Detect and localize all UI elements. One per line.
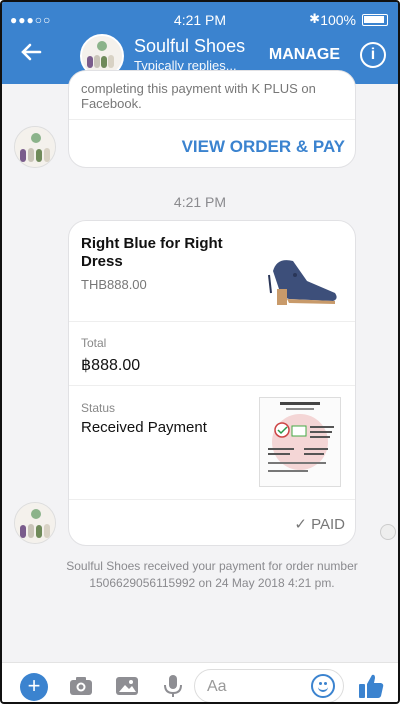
truncated-text: completing this payment with K PLUS on F… [81, 81, 316, 111]
message-input[interactable]: Aa [194, 669, 344, 702]
total-value: ฿888.00 [81, 357, 141, 374]
back-arrow-icon[interactable] [20, 41, 42, 70]
sender-avatar[interactable] [14, 502, 56, 544]
message-input-placeholder: Aa [207, 678, 227, 695]
product-image [259, 249, 345, 309]
divider [69, 385, 355, 386]
status-label: Status [81, 401, 116, 415]
camera-icon[interactable] [68, 673, 94, 699]
gallery-icon[interactable] [114, 673, 140, 699]
page-name[interactable]: Soulful Shoes [134, 36, 245, 57]
divider [69, 119, 355, 120]
divider [69, 321, 355, 322]
status-value: Received Payment [81, 419, 207, 436]
messenger-screen: ●●●○○ 4:21 PM ✱ 100% Soulful Shoes Typic… [0, 0, 400, 704]
divider [69, 499, 355, 500]
system-message: Soulful Shoes received your payment for … [66, 559, 358, 590]
previous-message-card: completing this payment with K PLUS on F… [68, 70, 356, 168]
microphone-icon[interactable] [160, 673, 186, 699]
composer-bar: + Aa [2, 662, 398, 702]
total-label: Total [81, 336, 107, 350]
order-card[interactable]: Right Blue for Right Dress THB888.00 Tot… [68, 220, 356, 546]
info-icon[interactable]: i [360, 42, 386, 68]
battery-icon [362, 14, 388, 26]
product-name: Right Blue for Right Dress [81, 235, 223, 270]
sender-avatar[interactable] [14, 126, 56, 168]
emoji-icon[interactable] [311, 674, 335, 698]
manage-button[interactable]: MANAGE [269, 46, 340, 64]
message-timestamp: 4:21 PM [173, 194, 227, 210]
plus-icon[interactable]: + [20, 673, 48, 701]
product-price: THB888.00 [81, 277, 147, 292]
bluetooth-icon: ✱ [309, 11, 320, 26]
paid-status: ✓ PAID [294, 516, 345, 533]
battery-percent: 100% [320, 12, 356, 28]
view-order-pay-button[interactable]: VIEW ORDER & PAY [182, 137, 345, 157]
seen-indicator-avatar [380, 524, 396, 540]
thumbs-up-icon[interactable] [356, 671, 386, 701]
payment-receipt-image[interactable] [259, 397, 341, 487]
